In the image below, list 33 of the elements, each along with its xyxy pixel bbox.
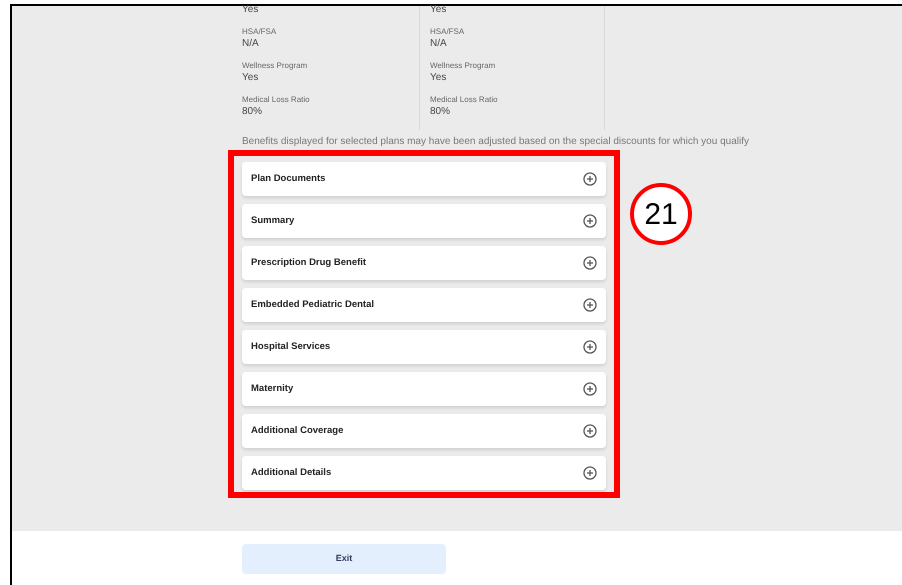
field-value: Yes [430,72,448,84]
accordion-header[interactable]: Plan Documents [242,162,606,196]
field-value: 80% [430,106,452,118]
plus-circle-icon [583,466,597,480]
field-label: Medical Loss Ratio [430,94,499,106]
plus-circle-icon [583,340,597,354]
accordion-header[interactable]: Additional Coverage [242,414,606,448]
plus-circle-icon [583,172,597,186]
field-value: N/A [430,38,448,50]
accordion-header[interactable]: Summary [242,204,606,238]
plus-circle-icon [583,424,597,438]
plus-circle-icon [583,382,597,396]
field-value: N/A [242,38,260,50]
field-value: 80% [242,106,264,118]
field-label: HSA/FSA [430,26,466,38]
field-value: Yes [430,4,448,16]
exit-button[interactable]: Exit [242,544,446,574]
accordion-header[interactable]: Additional Details [242,456,606,490]
accordion-header[interactable]: Maternity [242,372,606,406]
plus-circle-icon [583,298,597,312]
annotation-number: 21 [630,183,692,245]
accordion-header[interactable]: Hospital Services [242,330,606,364]
field-value: Yes [242,4,260,16]
field-label: Medical Loss Ratio [242,94,311,106]
plus-circle-icon [583,214,597,228]
plus-circle-icon [583,256,597,270]
accordion-header[interactable]: Embedded Pediatric Dental [242,288,606,322]
disclaimer-text: Benefits displayed for selected plans may have been adjusted based on the special discounts for which you qualify [242,135,750,149]
field-label: Wellness Program [430,60,496,72]
field-value: Yes [242,72,260,84]
field-label: HSA/FSA [242,26,278,38]
accordion-header[interactable]: Prescription Drug Benefit [242,246,606,280]
field-label: Wellness Program [242,60,308,72]
